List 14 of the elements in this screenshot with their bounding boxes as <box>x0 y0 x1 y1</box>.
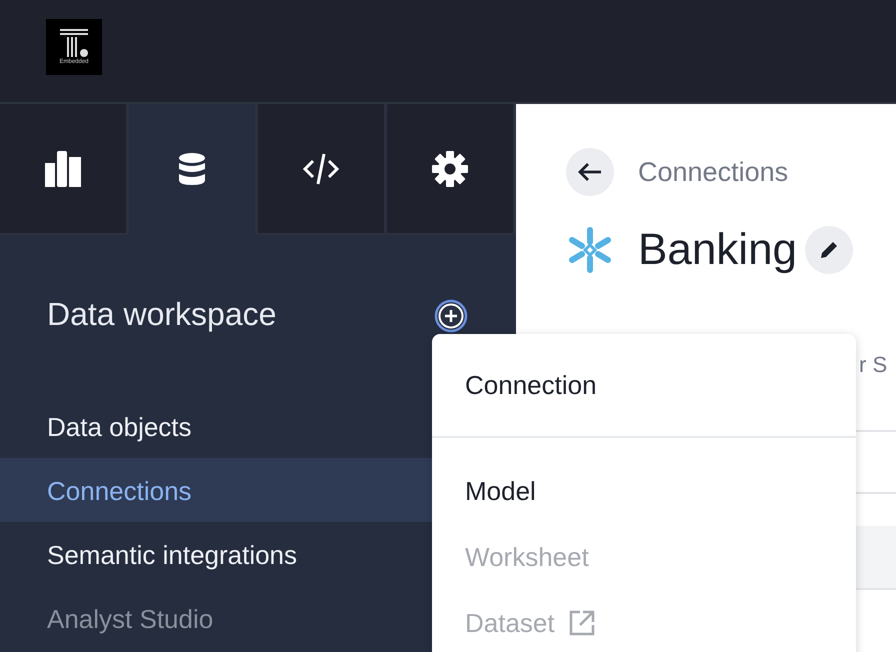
code-icon <box>303 150 339 186</box>
breadcrumb-link[interactable]: Connections <box>638 152 788 192</box>
nav-tab[interactable] <box>0 104 129 235</box>
database-icon <box>179 152 205 184</box>
back-button[interactable] <box>566 148 614 196</box>
add-button[interactable] <box>434 299 468 333</box>
sidebar-title: Data workspace <box>47 295 276 334</box>
nav-tab[interactable] <box>387 104 516 235</box>
subtitle-text: r S <box>859 351 888 379</box>
page-title: Banking <box>638 224 798 276</box>
bar-chart-icon <box>45 150 81 186</box>
logo-icon <box>60 29 88 57</box>
back-arrow-icon <box>577 162 603 182</box>
snowflake-icon <box>566 226 614 274</box>
